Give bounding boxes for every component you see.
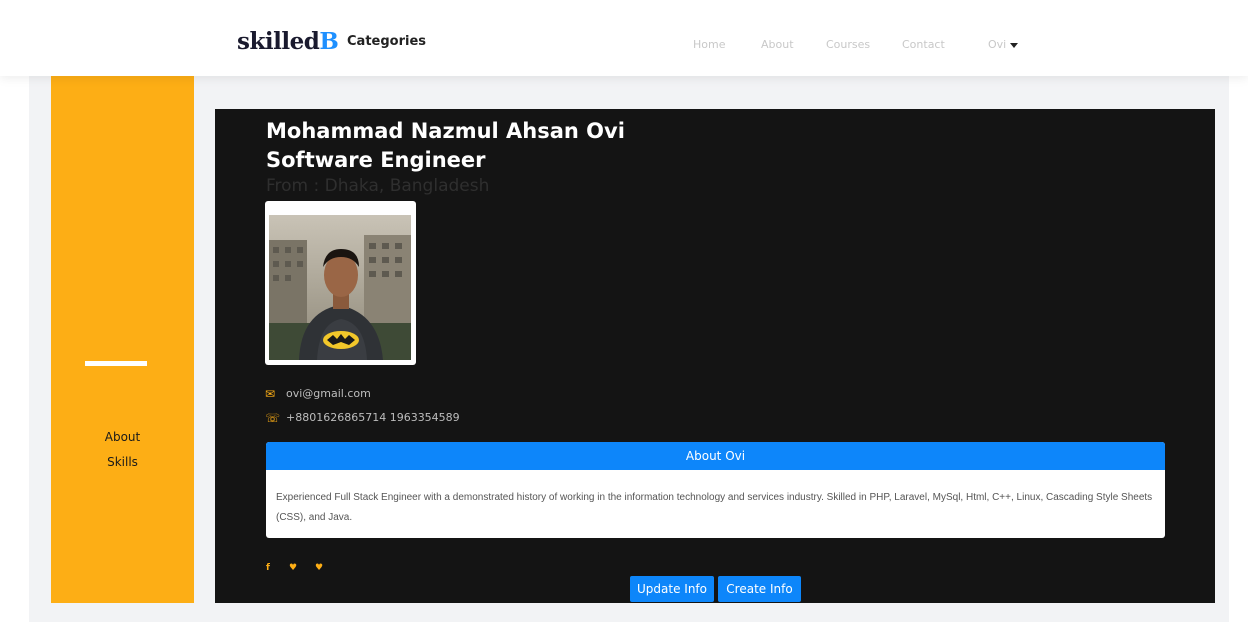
facebook-icon[interactable]: f <box>266 564 270 573</box>
email-row: ✉ ovi@gmail.com <box>265 388 371 400</box>
nav-courses[interactable]: Courses <box>826 39 870 50</box>
sidebar: About Skills <box>51 76 194 603</box>
nav-contact[interactable]: Contact <box>902 39 945 50</box>
user-menu-dropdown[interactable]: Ovi <box>988 38 1019 51</box>
profile-photo-frame <box>265 201 416 365</box>
caret-down-icon <box>1010 42 1019 48</box>
envelope-icon: ✉ <box>265 387 276 401</box>
phone-row: ☏ +8801626865714 1963354589 <box>265 412 460 424</box>
about-card-header: About Ovi <box>266 442 1165 470</box>
sidebar-item-skills[interactable]: Skills <box>51 456 194 468</box>
user-name: Ovi <box>988 38 1007 51</box>
profile-location: From : Dhaka, Bangladesh <box>266 176 490 196</box>
brand-logo[interactable]: skilledB <box>237 28 339 55</box>
sidebar-item-about[interactable]: About <box>51 431 194 443</box>
nav-home[interactable]: Home <box>693 39 725 50</box>
active-indicator <box>85 361 147 366</box>
top-navbar: skilledB Categories Home About Courses C… <box>0 0 1248 76</box>
profile-title: Software Engineer <box>266 148 486 172</box>
twitter-icon[interactable]: ♥ <box>289 564 297 573</box>
phone-icon: ☏ <box>265 411 281 425</box>
about-card-body: Experienced Full Stack Engineer with a d… <box>276 492 1153 523</box>
email-text[interactable]: ovi@gmail.com <box>286 387 371 400</box>
nav-about[interactable]: About <box>761 39 794 50</box>
profile-photo <box>269 215 411 360</box>
brand-main: skilled <box>237 28 320 55</box>
create-info-button[interactable]: Create Info <box>718 576 801 602</box>
brand-accent: B <box>319 28 339 55</box>
profile-name: Mohammad Nazmul Ahsan Ovi <box>266 119 625 143</box>
update-info-button[interactable]: Update Info <box>630 576 714 602</box>
about-card: About Ovi Experienced Full Stack Enginee… <box>266 442 1165 538</box>
categories-link[interactable]: Categories <box>347 35 426 48</box>
phone-text: +8801626865714 1963354589 <box>286 411 460 424</box>
twitter-icon-2[interactable]: ♥ <box>315 564 323 573</box>
